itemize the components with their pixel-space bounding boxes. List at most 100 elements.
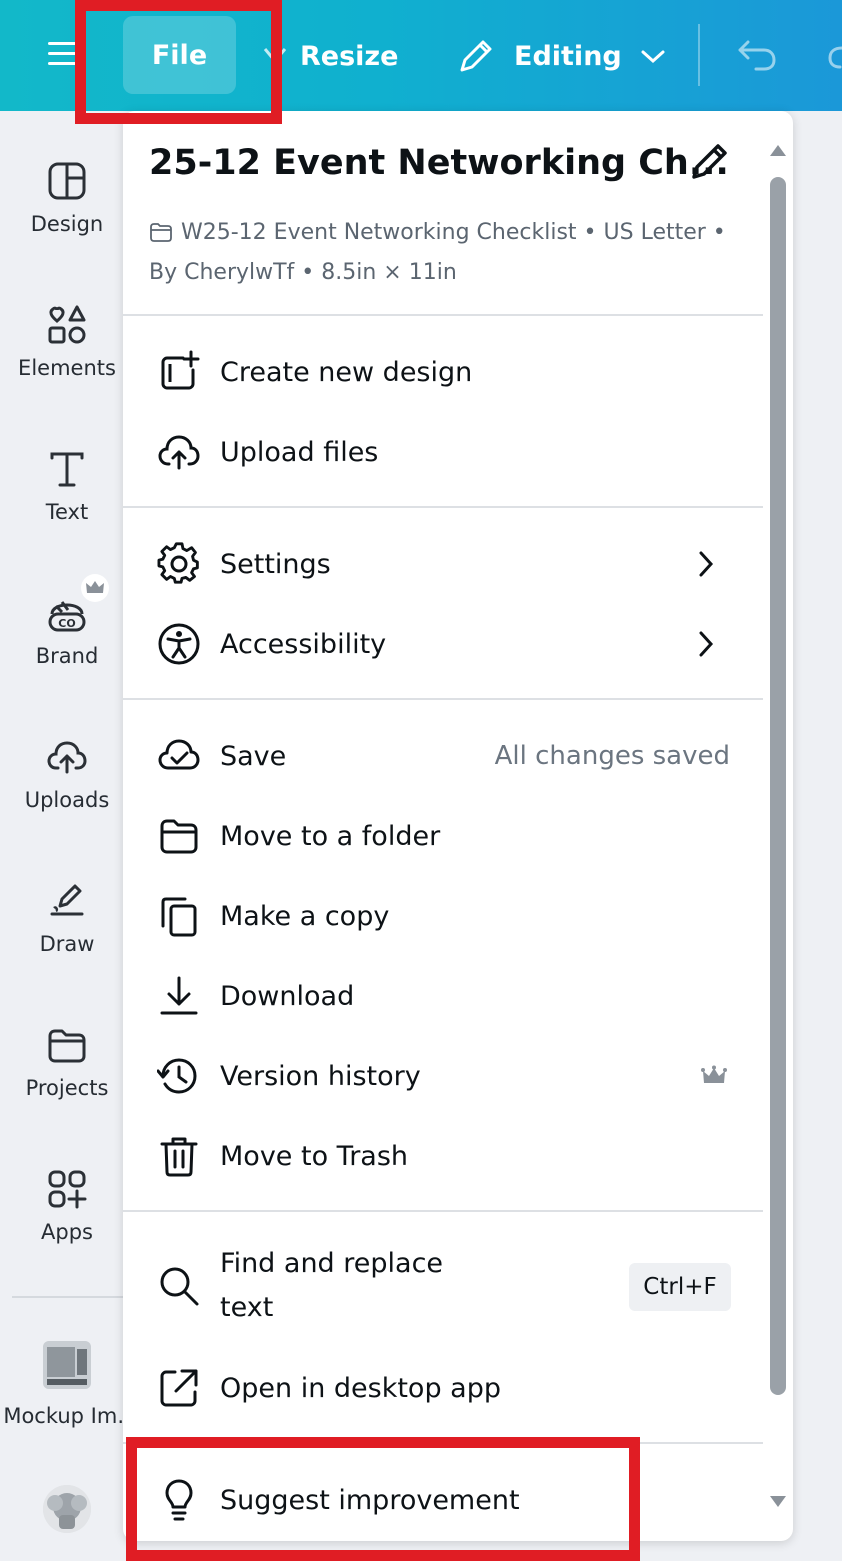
sidebar-item-elements[interactable]: Elements <box>0 304 134 380</box>
move-to-trash-item[interactable]: Move to Trash <box>123 1120 763 1192</box>
file-menu-panel: 25-12 Event Networking Ch... W25-12 Even… <box>123 111 793 1541</box>
sidebar-label: Apps <box>41 1220 93 1244</box>
menu-item-label: Settings <box>220 548 331 580</box>
sidebar-label: Elements <box>18 356 116 380</box>
keyboard-shortcut-badge: Ctrl+F <box>629 1263 731 1311</box>
sidebar-label: Design <box>30 212 104 236</box>
sidebar-divider <box>12 1296 123 1298</box>
sidebar-label: Projects <box>25 1076 109 1100</box>
premium-crown-icon <box>701 1065 727 1083</box>
file-menu-button[interactable]: File <box>123 16 236 94</box>
upload-files-item[interactable]: Upload files <box>123 416 763 488</box>
sidebar-item-draw[interactable]: Draw <box>0 880 134 956</box>
sidebar-item-design[interactable]: Design <box>0 160 134 236</box>
sidebar-label: Uploads <box>24 788 110 812</box>
menu-item-label: Download <box>220 980 355 1012</box>
scroll-up-arrow[interactable] <box>769 143 787 157</box>
meta-line-1: W25-12 Event Networking Checklist • US L… <box>181 220 726 245</box>
accessibility-item[interactable]: Accessibility <box>123 608 763 680</box>
scroll-down-arrow[interactable] <box>769 1495 787 1509</box>
redo-icon[interactable] <box>826 36 842 72</box>
chevron-down-icon <box>641 50 665 64</box>
save-status-text: All changes saved <box>494 741 730 771</box>
design-title[interactable]: 25-12 Event Networking Ch... <box>149 143 729 183</box>
sidebar-item-apps[interactable]: Apps <box>0 1168 134 1244</box>
layout-icon <box>48 162 86 200</box>
menu-item-label: Move to Trash <box>220 1140 409 1172</box>
design-meta: W25-12 Event Networking Checklist • US L… <box>149 213 749 293</box>
menu-item-label: Upload files <box>220 436 379 468</box>
menu-item-label: Move to a folder <box>220 820 441 852</box>
toolbar-divider <box>698 24 700 86</box>
folder-icon <box>150 223 172 242</box>
resize-button[interactable]: Resize <box>262 36 398 76</box>
menu-divider <box>123 1210 763 1212</box>
top-toolbar: File Resize Editing <box>0 0 842 111</box>
cloud-upload-icon <box>47 741 87 774</box>
app-thumbnail[interactable] <box>43 1485 91 1533</box>
move-to-folder-item[interactable]: Move to a folder <box>123 800 763 872</box>
sidebar-item-text[interactable]: Text <box>0 448 134 524</box>
menu-divider <box>123 506 763 508</box>
history-icon <box>157 1058 197 1094</box>
download-icon <box>160 976 198 1015</box>
pencil-icon[interactable] <box>688 139 732 183</box>
settings-item[interactable]: Settings <box>123 528 763 600</box>
accessibility-icon <box>158 623 200 665</box>
menu-item-label: Make a copy <box>220 900 390 932</box>
menu-divider <box>123 1442 763 1444</box>
draw-icon <box>50 884 84 916</box>
mockup-thumbnail[interactable] <box>43 1341 91 1389</box>
menu-item-label: Create new design <box>220 356 473 388</box>
menu-item-label: Accessibility <box>220 628 387 660</box>
copy-icon <box>161 897 197 937</box>
menu-item-label: Suggest improvement <box>220 1484 520 1516</box>
scrollbar-thumb[interactable] <box>770 177 786 1395</box>
sidebar-label: Mockup Im.. <box>3 1404 131 1428</box>
sidebar-item-brand[interactable]: CO Brand <box>0 592 134 668</box>
menu-divider <box>123 314 763 316</box>
save-item[interactable]: Save All changes saved <box>123 720 763 792</box>
pencil-icon <box>460 40 492 72</box>
main-menu-icon[interactable] <box>48 38 76 70</box>
suggest-improvement-item[interactable]: Suggest improvement <box>123 1464 763 1536</box>
cloud-check-icon <box>158 739 200 770</box>
external-link-icon <box>160 1369 198 1407</box>
lightbulb-icon <box>165 1479 193 1521</box>
premium-crown-badge <box>81 574 109 602</box>
apps-icon <box>48 1170 87 1209</box>
sidebar-label: Text <box>45 500 89 524</box>
download-item[interactable]: Download <box>123 960 763 1032</box>
svg-text:CO: CO <box>58 617 75 630</box>
resize-label: Resize <box>300 40 399 72</box>
chevron-right-icon <box>699 551 714 577</box>
make-copy-item[interactable]: Make a copy <box>123 880 763 952</box>
sidebar-item-mockup[interactable]: Mockup Im.. <box>0 1404 134 1428</box>
new-design-icon <box>161 350 200 390</box>
undo-icon[interactable] <box>736 36 778 72</box>
meta-line-2: By CherylwTf • 8.5in × 11in <box>149 260 457 285</box>
find-replace-line-2: text <box>220 1292 274 1323</box>
resize-icon <box>263 48 287 64</box>
sidebar-item-uploads[interactable]: Uploads <box>0 736 134 812</box>
shapes-icon <box>48 305 86 344</box>
folder-icon <box>160 819 198 854</box>
editing-label: Editing <box>514 40 622 72</box>
menu-item-label: Find and replace text <box>220 1242 443 1330</box>
open-desktop-app-item[interactable]: Open in desktop app <box>123 1352 763 1424</box>
sidebar-item-projects[interactable]: Projects <box>0 1024 134 1100</box>
menu-item-label: Open in desktop app <box>220 1372 501 1404</box>
editing-mode-dropdown[interactable]: Editing <box>456 32 666 80</box>
text-icon <box>50 452 84 487</box>
menu-item-label: Save <box>220 740 287 772</box>
menu-item-label: Version history <box>220 1060 421 1092</box>
sidebar-label: Brand <box>35 644 99 668</box>
cloud-upload-icon <box>158 435 200 470</box>
version-history-item[interactable]: Version history <box>123 1040 763 1112</box>
search-icon <box>160 1267 199 1306</box>
gear-icon <box>157 542 199 584</box>
menu-divider <box>123 698 763 700</box>
create-new-design-item[interactable]: Create new design <box>123 336 763 408</box>
trash-icon <box>160 1137 198 1177</box>
chevron-right-icon <box>699 631 714 657</box>
